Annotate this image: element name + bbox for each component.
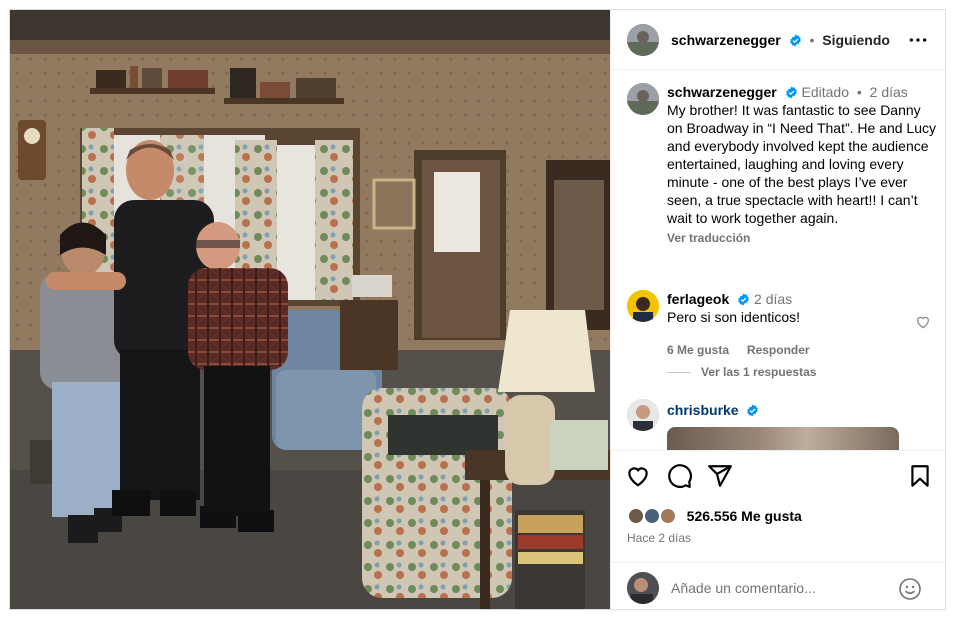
caption-meta: schwarzenegger Editado • 2 días — [667, 83, 939, 101]
comments-list[interactable]: schwarzenegger Editado • 2 días My broth… — [611, 71, 946, 450]
commenter-avatar-image — [627, 290, 659, 322]
following-button[interactable]: Siguiendo — [822, 32, 890, 48]
comment-body: ferlageok 2 días Pero si son identicos! … — [667, 290, 939, 359]
comment-actions: 6 Me gusta Responder — [667, 340, 939, 359]
verified-badge-icon — [789, 34, 801, 47]
edited-label: Editado — [801, 84, 849, 100]
reply-button[interactable]: Responder — [747, 343, 810, 357]
verified-badge-icon — [747, 404, 759, 417]
comment-username[interactable]: ferlageok — [667, 291, 729, 307]
view-replies-link[interactable]: Ver las 1 respuestas — [667, 365, 816, 379]
author-username[interactable]: schwarzenegger — [671, 32, 781, 48]
verified-badge-icon — [785, 86, 797, 99]
see-translation-link[interactable]: Ver traducción — [667, 229, 939, 247]
comment-image-preview[interactable] — [667, 427, 899, 450]
comment-likes-count[interactable]: 6 Me gusta — [667, 343, 729, 357]
caption-username[interactable]: schwarzenegger — [667, 84, 777, 100]
caption-age: 2 días — [869, 84, 908, 100]
commenter-avatar[interactable] — [627, 290, 659, 322]
author-avatar[interactable] — [627, 24, 659, 56]
caption-text: My brother! It was fantastic to see Dann… — [667, 102, 937, 226]
separator-dot: • — [809, 32, 815, 48]
heart-icon[interactable] — [625, 463, 651, 489]
viewer-avatar — [627, 572, 659, 604]
add-comment-bar: Añade un comentario... — [611, 562, 946, 609]
heart-icon[interactable] — [915, 314, 931, 330]
replies-divider — [667, 372, 691, 374]
comment-age: 2 días — [754, 291, 793, 307]
author-avatar-image — [627, 24, 659, 56]
comment-username[interactable]: chrisburke — [667, 402, 739, 418]
post-side-panel: schwarzenegger • Siguiendo schwarzenegge… — [610, 10, 946, 609]
comment-text: Pero si son identicos! — [667, 309, 801, 325]
header-line: schwarzenegger • Siguiendo — [671, 32, 890, 48]
emoji-icon[interactable] — [898, 577, 922, 601]
add-comment-input[interactable]: Añade un comentario... — [671, 580, 816, 596]
verified-badge-icon — [738, 293, 749, 306]
post-photo-illustration — [10, 10, 610, 609]
save-bookmark-icon[interactable] — [907, 463, 933, 489]
post-actions: 526.556 Me gusta Hace 2 días — [611, 450, 946, 562]
view-replies-label: Ver las 1 respuestas — [701, 365, 817, 379]
caption-avatar[interactable] — [627, 83, 659, 115]
share-icon[interactable] — [707, 463, 733, 489]
post-timestamp[interactable]: Hace 2 días — [627, 531, 691, 545]
separator-dot: • — [856, 84, 862, 100]
likes-row[interactable]: 526.556 Me gusta — [627, 507, 802, 526]
comment-body: chrisburke — [667, 401, 939, 419]
caption-avatar-image — [627, 83, 659, 115]
caption-body: schwarzenegger Editado • 2 días My broth… — [667, 83, 939, 247]
comment-meta: ferlageok 2 días — [667, 290, 939, 308]
viewer-avatar-image — [627, 572, 659, 604]
post-photo[interactable] — [10, 10, 610, 609]
more-options-icon[interactable] — [908, 30, 928, 50]
instagram-post-modal: schwarzenegger • Siguiendo schwarzenegge… — [9, 9, 946, 610]
commenter-avatar-image — [627, 399, 659, 431]
comment-icon[interactable] — [667, 463, 693, 489]
likes-count: 526.556 Me gusta — [686, 508, 802, 525]
post-header: schwarzenegger • Siguiendo — [611, 10, 946, 70]
commenter-avatar[interactable] — [627, 399, 659, 431]
liker-avatar — [658, 507, 677, 526]
